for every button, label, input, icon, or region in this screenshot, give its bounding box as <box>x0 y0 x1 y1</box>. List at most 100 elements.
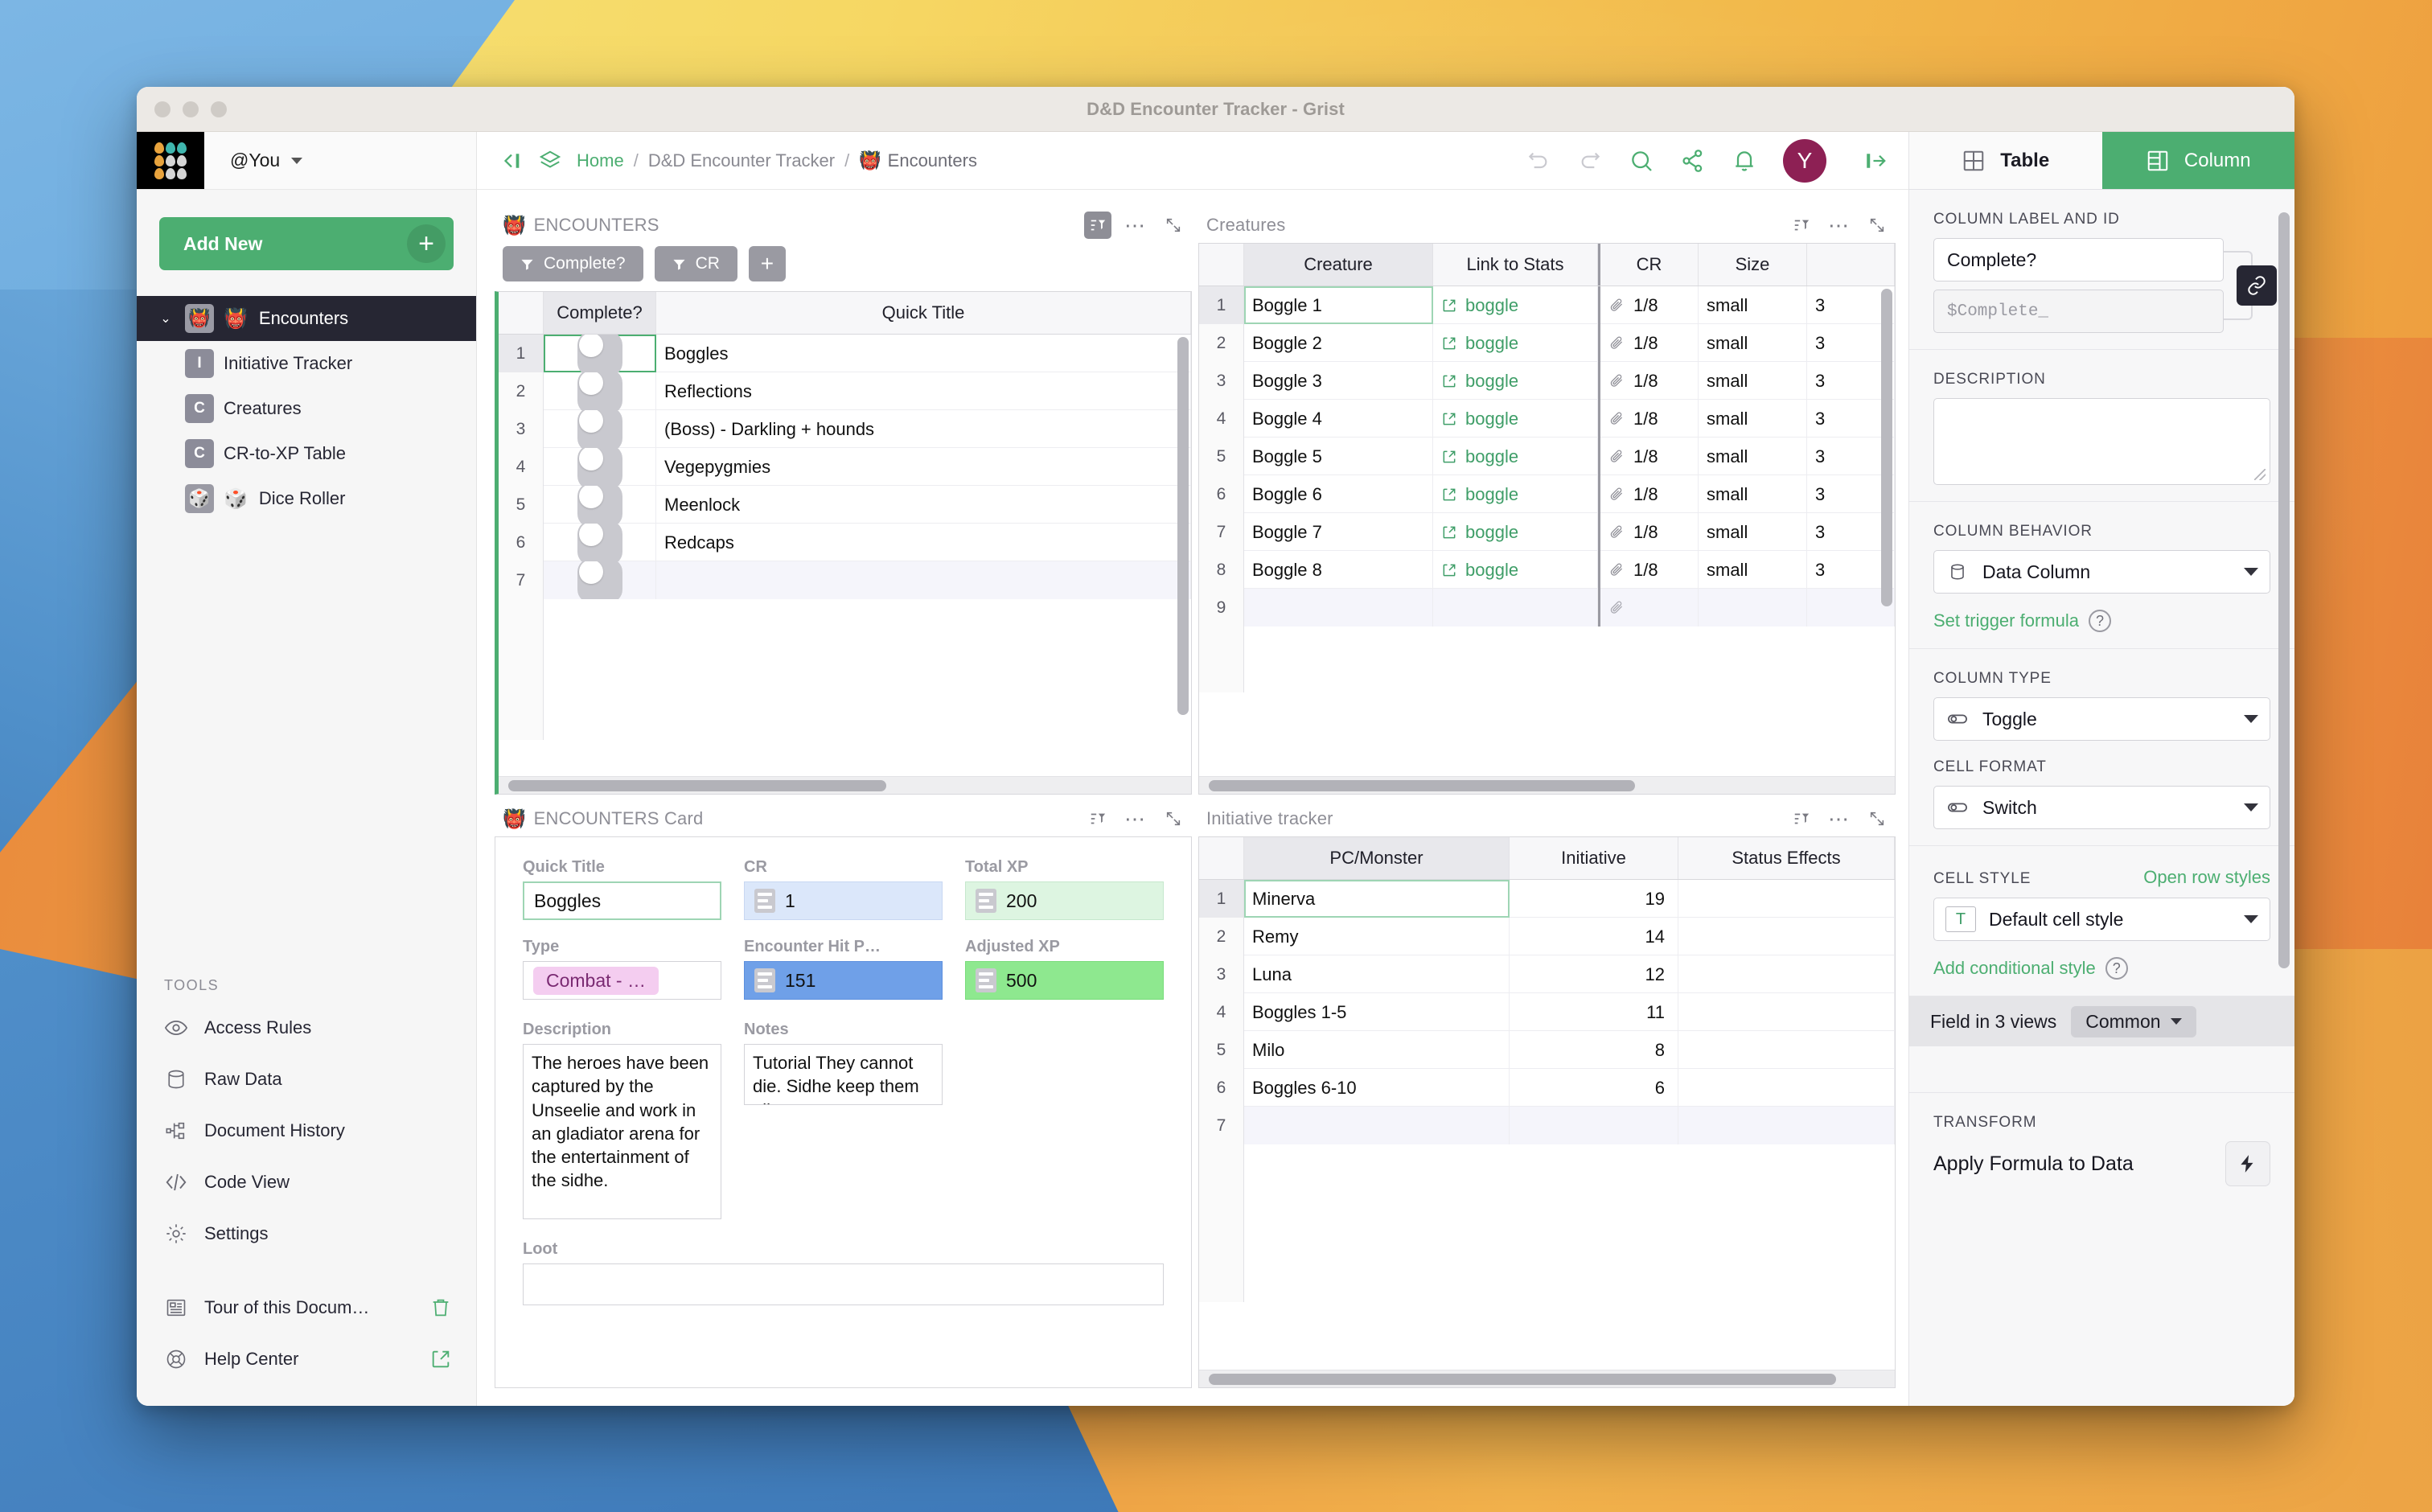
cell-link-to-stats[interactable]: boggle <box>1433 438 1598 475</box>
cell-cr[interactable]: 1/8 <box>1598 324 1699 362</box>
cell-status-effects[interactable] <box>1678 1107 1895 1144</box>
cell-size[interactable]: small <box>1699 400 1807 438</box>
cell-creature[interactable]: Boggle 4 <box>1244 400 1433 438</box>
cell-size[interactable]: small <box>1699 324 1807 362</box>
table-row[interactable]: 4 Boggle 4 boggle 1/8 small 3 <box>1199 400 1895 438</box>
trash-icon[interactable] <box>429 1296 452 1319</box>
cell-cr[interactable]: 1/8 <box>1598 551 1699 589</box>
cell-size[interactable]: small <box>1699 475 1807 513</box>
open-panel-icon[interactable] <box>1863 149 1888 173</box>
cell-initiative[interactable] <box>1510 1107 1678 1144</box>
sort-filter-icon[interactable] <box>1084 805 1111 832</box>
cell-pc-monster[interactable]: Remy <box>1244 918 1510 955</box>
encounter-hp-field[interactable]: 151 <box>744 961 943 1000</box>
cell-cr[interactable]: 1/8 <box>1598 513 1699 551</box>
cell-initiative[interactable]: 6 <box>1510 1069 1678 1107</box>
cell-cr[interactable]: 1/8 <box>1598 286 1699 324</box>
cr-field[interactable]: 1 <box>744 881 943 920</box>
tool-code-view[interactable]: Code View <box>137 1157 476 1208</box>
cell-link-to-stats[interactable]: boggle <box>1433 362 1598 400</box>
undo-icon[interactable] <box>1526 148 1551 174</box>
toggle-switch[interactable] <box>577 335 622 372</box>
toggle-switch[interactable] <box>577 448 622 486</box>
sort-filter-icon[interactable] <box>1788 805 1815 832</box>
table-row[interactable]: 6 Boggles 6-10 6 <box>1199 1069 1895 1107</box>
table-row[interactable]: 8 Boggle 8 boggle 1/8 small 3 <box>1199 551 1895 589</box>
cell-cr[interactable]: 1/8 <box>1598 475 1699 513</box>
table-row[interactable]: 6 Redcaps <box>499 524 1191 561</box>
table-row-new[interactable]: 7 <box>1199 1107 1895 1144</box>
cell-creature[interactable] <box>1244 589 1433 627</box>
cell-cr[interactable] <box>1598 589 1699 627</box>
cell-link-to-stats[interactable]: boggle <box>1433 551 1598 589</box>
table-row[interactable]: 5 Boggle 5 boggle 1/8 small 3 <box>1199 438 1895 475</box>
cell-format-select[interactable]: Switch <box>1933 786 2270 829</box>
cell-pc-monster[interactable]: Milo <box>1244 1031 1510 1069</box>
table-row[interactable]: 1 Boggles <box>499 335 1191 372</box>
cell-size[interactable]: small <box>1699 513 1807 551</box>
cell-size[interactable]: small <box>1699 438 1807 475</box>
cell-quick-title[interactable]: Reflections <box>656 372 1191 410</box>
table-row[interactable]: 4 Vegepygmies <box>499 448 1191 486</box>
cell-size[interactable]: small <box>1699 362 1807 400</box>
sidebar-item-dice-roller[interactable]: 🎲 🎲 Dice Roller <box>137 476 476 521</box>
expand-widget-icon[interactable] <box>1863 805 1891 832</box>
cell-size[interactable]: small <box>1699 286 1807 324</box>
expand-widget-icon[interactable] <box>1160 212 1187 239</box>
sidebar-item-initiative-tracker[interactable]: I Initiative Tracker <box>137 341 476 386</box>
filter-chip-complete[interactable]: Complete? <box>503 246 643 281</box>
tool-raw-data[interactable]: Raw Data <box>137 1054 476 1105</box>
cell-quick-title[interactable]: Boggles <box>656 335 1191 372</box>
table-row[interactable]: 2 Reflections <box>499 372 1191 410</box>
cell-link-to-stats[interactable] <box>1433 589 1598 627</box>
avatar[interactable]: Y <box>1783 138 1826 183</box>
column-header-link-to-stats[interactable]: Link to Stats <box>1433 244 1598 286</box>
quick-title-input[interactable]: Boggles <box>523 881 721 920</box>
cell-quick-title[interactable]: Vegepygmies <box>656 448 1191 486</box>
expand-widget-icon[interactable] <box>1863 212 1891 239</box>
sidebar-item-encounters[interactable]: ⌄ 👹 👹 Encounters <box>137 296 476 341</box>
tool-document-history[interactable]: Document History <box>137 1105 476 1157</box>
toggle-switch[interactable] <box>577 410 622 448</box>
share-icon[interactable] <box>1680 148 1706 174</box>
cell-initiative[interactable]: 19 <box>1510 880 1678 918</box>
type-field[interactable]: Combat - … <box>523 961 721 1000</box>
cell-complete[interactable] <box>544 561 656 599</box>
toggle-switch[interactable] <box>577 372 622 410</box>
cell-quick-title[interactable] <box>656 561 1191 599</box>
cell-quick-title[interactable]: Redcaps <box>656 524 1191 561</box>
bell-icon[interactable] <box>1732 148 1757 174</box>
breadcrumb-home[interactable]: Home <box>577 150 624 171</box>
cell-status-effects[interactable] <box>1678 880 1895 918</box>
cell-link-to-stats[interactable]: boggle <box>1433 324 1598 362</box>
cell-creature[interactable]: Boggle 8 <box>1244 551 1433 589</box>
table-row[interactable]: 1 Boggle 1 boggle 1/8 small 3 <box>1199 286 1895 324</box>
tool-access-rules[interactable]: Access Rules <box>137 1002 476 1054</box>
cell-creature[interactable]: Boggle 1 <box>1244 286 1433 324</box>
table-row[interactable]: 2 Remy 14 <box>1199 918 1895 955</box>
column-header-initiative[interactable]: Initiative <box>1510 837 1678 879</box>
redo-icon[interactable] <box>1577 148 1603 174</box>
cell-pc-monster[interactable]: Luna <box>1244 955 1510 993</box>
chevron-down-icon[interactable]: ⌄ <box>156 310 175 327</box>
column-header-cr[interactable]: CR <box>1598 244 1699 286</box>
set-trigger-formula-link[interactable]: Set trigger formula <box>1933 610 2079 631</box>
toggle-switch[interactable] <box>577 486 622 524</box>
cell-status-effects[interactable] <box>1678 993 1895 1031</box>
grist-logo[interactable] <box>137 132 204 189</box>
cell-size[interactable] <box>1699 589 1807 627</box>
cell-style-select[interactable]: T Default cell style <box>1933 898 2270 941</box>
column-header-creature[interactable]: Creature <box>1244 244 1433 286</box>
collapse-sidebar-icon[interactable] <box>499 149 524 173</box>
open-row-styles-link[interactable]: Open row styles <box>2143 867 2270 888</box>
link-icon[interactable] <box>2237 265 2277 306</box>
add-filter-button[interactable]: + <box>748 246 786 281</box>
cell-pc-monster[interactable]: Boggles 6-10 <box>1244 1069 1510 1107</box>
column-label-input[interactable]: Complete? <box>1933 238 2224 281</box>
search-icon[interactable] <box>1629 148 1654 174</box>
cell-pc-monster[interactable] <box>1244 1107 1510 1144</box>
sidebar-item-cr-to-xp-table[interactable]: C CR-to-XP Table <box>137 431 476 476</box>
cell-status-effects[interactable] <box>1678 955 1895 993</box>
help-icon[interactable]: ? <box>2105 957 2128 980</box>
column-header-pc-monster[interactable]: PC/Monster <box>1244 837 1510 879</box>
